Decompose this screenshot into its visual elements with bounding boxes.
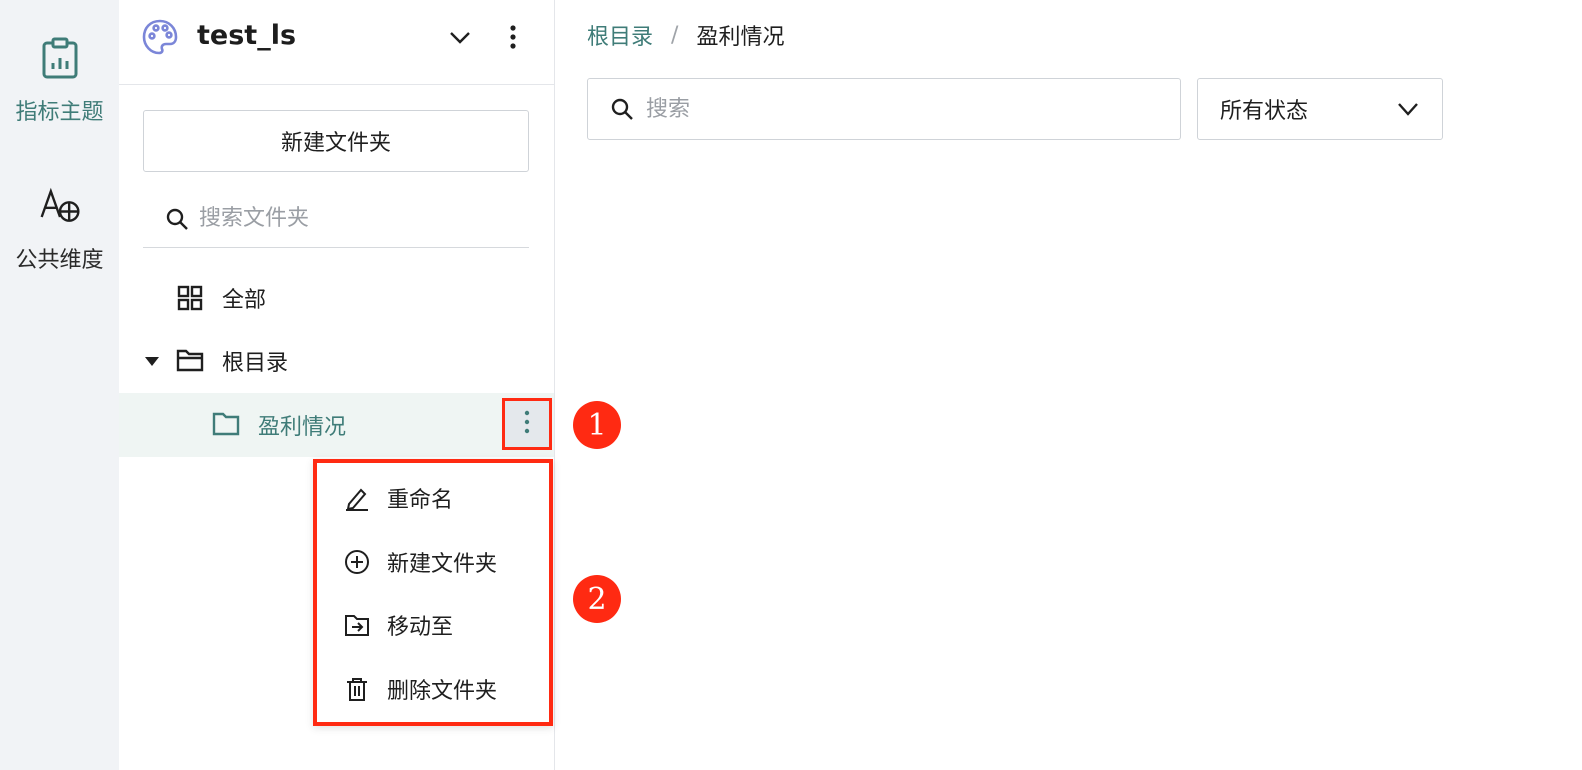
chevron-down-icon[interactable] [447,26,473,48]
menu-item-label: 删除文件夹 [387,678,498,704]
plus-circle-icon [343,548,371,576]
tree-item-label: 根目录 [222,351,289,376]
folder-search-input[interactable] [197,205,517,232]
pencil-icon [343,484,371,512]
folder-move-icon [343,611,371,639]
text-globe-icon [38,184,82,228]
breadcrumb-separator: / [671,22,679,48]
status-filter-select[interactable]: 所有状态 [1197,78,1443,140]
tree-item-label: 盈利情况 [258,415,347,440]
menu-item-new-folder[interactable]: 新建文件夹 [317,530,549,593]
rail-label: 指标主题 [15,100,104,125]
menu-item-label: 重命名 [387,487,454,513]
project-header: test_ls [119,0,554,85]
breadcrumb-root[interactable]: 根目录 [587,19,653,51]
folder-search [143,190,529,248]
folder-context-menu: 重命名 新建文件夹 移动至 删除文件夹 [313,459,553,726]
caret-down-icon[interactable] [144,353,160,367]
menu-item-label: 移动至 [387,614,454,640]
rail-label: 公共维度 [15,248,104,273]
folder-icon [212,411,240,437]
menu-item-label: 新建文件夹 [387,551,498,577]
grid-icon [177,285,203,311]
row-more-button[interactable] [502,398,552,450]
rail-item-public-dimensions[interactable]: 公共维度 [0,184,119,274]
callout-badge-2: 2 [573,575,621,623]
main-search-input[interactable] [644,95,1164,123]
rail-item-metric-topics[interactable]: 指标主题 [0,36,119,126]
folder-open-icon [176,347,204,373]
menu-item-rename[interactable]: 重命名 [317,466,549,529]
chevron-down-icon [1396,99,1420,119]
status-filter-value: 所有状态 [1220,99,1309,124]
menu-item-delete-folder[interactable]: 删除文件夹 [317,657,549,720]
more-vertical-icon[interactable] [501,20,525,54]
left-rail: 指标主题 公共维度 [0,0,119,770]
tree-item-root[interactable]: 根目录 [119,329,554,393]
breadcrumb: 根目录 / 盈利情况 [587,18,784,52]
tree-item-label: 全部 [222,288,267,313]
menu-item-move-to[interactable]: 移动至 [317,593,549,656]
project-name[interactable]: test_ls [197,20,296,51]
callout-badge-1: 1 [573,401,621,449]
search-icon [610,97,634,121]
search-icon [165,207,189,231]
tree-item-profit[interactable]: 盈利情况 [119,393,554,457]
palette-icon [141,18,179,56]
more-vertical-icon [522,408,532,440]
clipboard-chart-icon [38,36,82,80]
trash-icon [343,675,371,703]
main-search [587,78,1181,140]
new-folder-button[interactable]: 新建文件夹 [143,110,529,172]
tree-item-all[interactable]: 全部 [119,266,554,330]
breadcrumb-current: 盈利情况 [696,25,785,50]
